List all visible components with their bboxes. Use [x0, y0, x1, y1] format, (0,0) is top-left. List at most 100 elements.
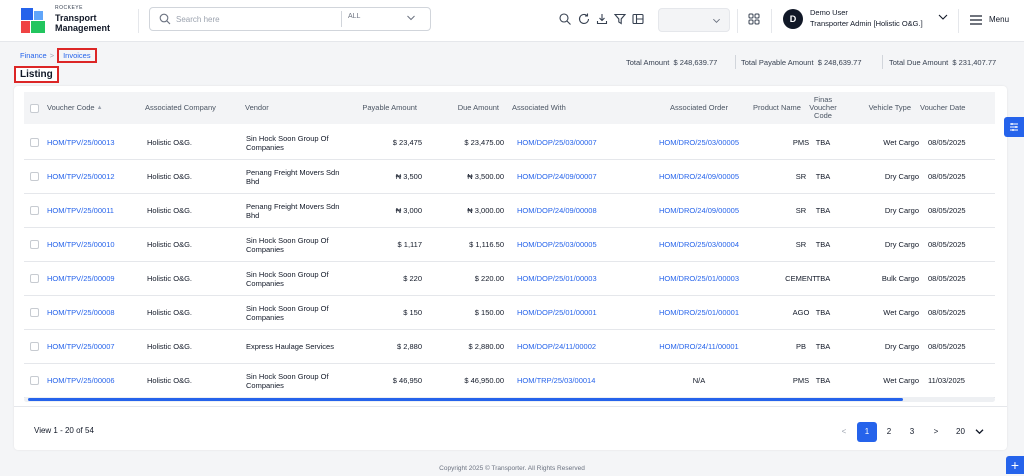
download-icon[interactable]	[595, 12, 609, 26]
breadcrumb-invoices[interactable]: Invoices	[57, 48, 97, 63]
cell-company: Holistic O&G.	[147, 138, 193, 147]
row-checkbox[interactable]	[30, 206, 39, 215]
table-row[interactable]: HOM/TPV/25/00013 Holistic O&G. Sin Hock So…	[24, 126, 995, 160]
cell-company: Holistic O&G.	[147, 240, 193, 249]
columns-icon[interactable]	[631, 12, 645, 26]
next-page-button[interactable]: >	[926, 422, 946, 442]
cell-vendor: Express Haulage Services	[246, 342, 334, 351]
sliders-icon	[1010, 123, 1018, 131]
breadcrumb-finance[interactable]: Finance	[20, 51, 47, 60]
col-associated-order: Associated Order	[670, 103, 728, 112]
table-row[interactable]: HOM/TPV/25/00006 Holistic O&G. Sin Hock So…	[24, 364, 995, 398]
cell-payable: $ 2,880	[396, 342, 422, 351]
table-row[interactable]: HOM/TPV/25/00008 Holistic O&G. Sin Hock So…	[24, 296, 995, 330]
chevron-down-icon[interactable]	[938, 13, 948, 21]
divider	[138, 9, 139, 33]
cell-associated-with[interactable]: HOM/DOP/25/03/00007	[517, 126, 627, 159]
table-row[interactable]: HOM/TPV/25/00012 Holistic O&G. Penang Frei…	[24, 160, 995, 194]
cell-associated-with[interactable]: HOM/TRP/25/03/00014	[517, 364, 627, 397]
row-checkbox[interactable]	[30, 240, 39, 249]
cell-due: $ 1,116.50	[469, 240, 504, 249]
cell-voucher-code[interactable]: HOM/TPV/25/00008	[47, 296, 142, 329]
table-row[interactable]: HOM/TPV/25/00009 Holistic O&G. Sin Hock So…	[24, 262, 995, 296]
total-amount-value: $ 248,639.77	[673, 58, 718, 67]
cell-finas-code: TBA	[815, 274, 831, 283]
cell-associated-order[interactable]: HOM/DRO/24/09/00005	[644, 194, 754, 227]
cell-vehicle-type: Wet Cargo	[883, 376, 919, 385]
col-voucher-code[interactable]: Voucher Code ▲	[47, 92, 127, 124]
cell-associated-with[interactable]: HOM/DOP/25/01/00001	[517, 296, 627, 329]
cell-payable: $ 1,117	[397, 240, 422, 249]
total-due-value: $ 231,407.77	[952, 58, 997, 67]
cell-voucher-date: 11/03/2025	[928, 376, 965, 385]
cell-associated-with[interactable]: HOM/DOP/24/11/00002	[517, 330, 627, 363]
cell-associated-order[interactable]: HOM/DRO/25/03/00004	[644, 228, 754, 261]
cell-associated-order[interactable]: HOM/DRO/24/09/00005	[644, 160, 754, 193]
cell-voucher-date: 08/05/2025	[928, 308, 966, 317]
refresh-icon[interactable]	[577, 12, 591, 26]
divider	[958, 9, 959, 33]
col-associated-with: Associated With	[512, 103, 566, 112]
chevron-down-icon[interactable]	[406, 13, 416, 23]
cell-associated-order[interactable]: HOM/DRO/25/03/00005	[644, 126, 754, 159]
row-checkbox[interactable]	[30, 308, 39, 317]
cell-voucher-code[interactable]: HOM/TPV/25/00010	[47, 228, 142, 261]
filter-icon[interactable]	[613, 12, 627, 26]
page-button-2[interactable]: 2	[879, 422, 899, 442]
cell-voucher-code[interactable]: HOM/TPV/25/00012	[47, 160, 142, 193]
cell-associated-with[interactable]: HOM/DOP/24/09/00007	[517, 160, 627, 193]
cell-vendor: Penang Freight Movers Sdn Bhd	[246, 201, 340, 220]
table-row[interactable]: HOM/TPV/25/00007 Holistic O&G. Express Hau…	[24, 330, 995, 364]
total-due-amount: Total Due Amount $ 231,407.77	[889, 58, 996, 67]
cell-finas-code: TBA	[815, 376, 831, 385]
sort-icon[interactable]: ▲	[97, 104, 103, 112]
cell-associated-order[interactable]: HOM/DRO/24/11/00001	[644, 330, 754, 363]
zoom-icon[interactable]	[558, 12, 572, 26]
cell-voucher-code[interactable]: HOM/TPV/25/00011	[47, 194, 142, 227]
table-row[interactable]: HOM/TPV/25/00010 Holistic O&G. Sin Hock So…	[24, 228, 995, 262]
cell-associated-order[interactable]: HOM/DRO/25/01/00001	[644, 296, 754, 329]
hamburger-icon	[970, 15, 982, 25]
cell-voucher-date: 08/05/2025	[928, 342, 966, 351]
row-checkbox[interactable]	[30, 172, 39, 181]
cell-associated-with[interactable]: HOM/DOP/25/03/00005	[517, 228, 627, 261]
cell-company: Holistic O&G.	[147, 342, 193, 351]
cell-associated-order[interactable]: N/A	[644, 364, 754, 397]
search-scope-select[interactable]: ALL	[348, 13, 360, 20]
select-all-checkbox[interactable]	[30, 104, 39, 113]
user-name[interactable]: Demo User	[810, 8, 848, 18]
total-amount-label: Total Amount	[626, 58, 670, 67]
chevron-down-icon	[975, 429, 984, 435]
search-input[interactable]	[176, 10, 336, 28]
filter-panel-toggle[interactable]	[1004, 117, 1024, 137]
company-select[interactable]	[658, 8, 730, 32]
user-role[interactable]: Transporter Admin [Holistic O&G.]	[810, 19, 923, 29]
row-checkbox[interactable]	[30, 274, 39, 283]
per-page-select[interactable]: 20	[950, 423, 986, 441]
page-button-1[interactable]: 1	[857, 422, 877, 442]
cell-voucher-code[interactable]: HOM/TPV/25/00006	[47, 364, 142, 397]
horizontal-scrollbar-thumb[interactable]	[28, 398, 903, 401]
row-checkbox[interactable]	[30, 138, 39, 147]
avatar[interactable]: D	[783, 9, 803, 29]
cell-associated-with[interactable]: HOM/DOP/25/01/00003	[517, 262, 627, 295]
table-header: Voucher Code ▲ Associated Company Vendor…	[24, 92, 995, 124]
cell-voucher-code[interactable]: HOM/TPV/25/00007	[47, 330, 142, 363]
row-checkbox[interactable]	[30, 342, 39, 351]
cell-associated-with[interactable]: HOM/DOP/24/09/00008	[517, 194, 627, 227]
divider	[735, 55, 736, 69]
cell-voucher-code[interactable]: HOM/TPV/25/00009	[47, 262, 142, 295]
table-row[interactable]: HOM/TPV/25/00011 Holistic O&G. Penang Frei…	[24, 194, 995, 228]
cell-associated-order[interactable]: HOM/DRO/25/01/00003	[644, 262, 754, 295]
app-logo[interactable]: ROCKEYE Transport Management	[21, 6, 139, 36]
cell-voucher-date: 08/05/2025	[928, 240, 966, 249]
row-checkbox[interactable]	[30, 376, 39, 385]
cell-voucher-date: 08/05/2025	[928, 206, 966, 215]
prev-page-button[interactable]: <	[834, 422, 854, 442]
divider	[341, 11, 342, 27]
cell-voucher-code[interactable]: HOM/TPV/25/00013	[47, 126, 142, 159]
cell-company: Holistic O&G.	[147, 206, 193, 215]
page-button-3[interactable]: 3	[902, 422, 922, 442]
apps-grid-icon[interactable]	[748, 13, 760, 25]
total-payable-amount: Total Payable Amount $ 248,639.77	[741, 58, 862, 67]
